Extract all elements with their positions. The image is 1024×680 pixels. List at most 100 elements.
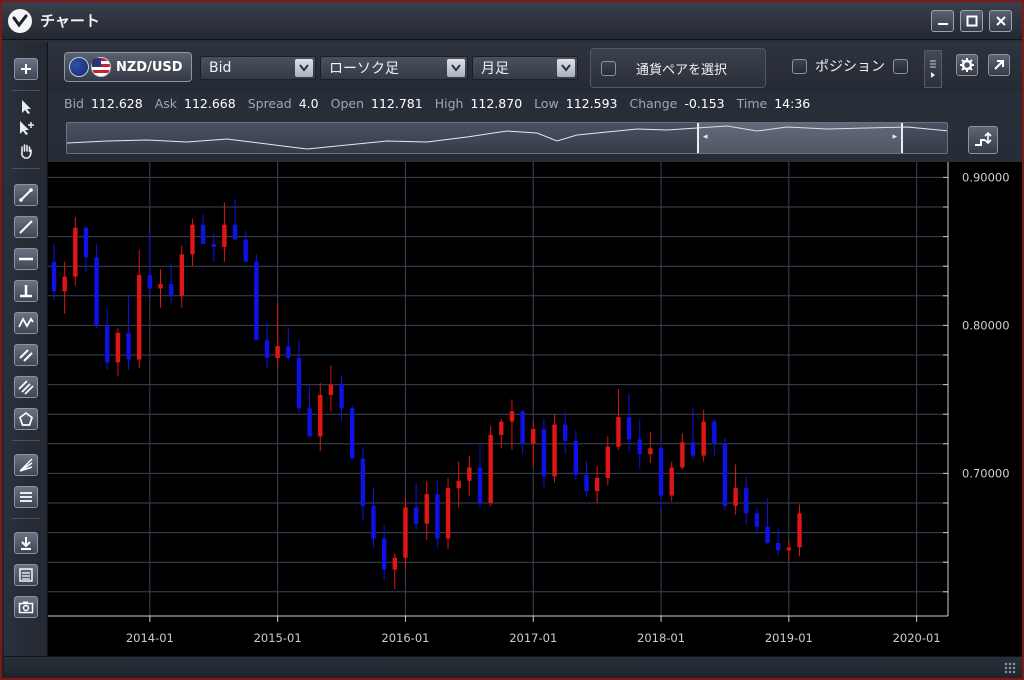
candle-up <box>701 421 706 456</box>
drawing-toolbar <box>4 42 48 656</box>
position-toggle[interactable]: ポジション <box>792 56 912 76</box>
candle-down <box>626 417 632 440</box>
candle-down <box>168 283 174 296</box>
chart-type-value: ローソク足 <box>329 61 399 77</box>
vertical-line-tool[interactable] <box>14 280 38 302</box>
currency-pair-button[interactable]: NZD/USD <box>64 52 192 82</box>
pentagon-icon <box>18 411 34 426</box>
position-label: ポジション <box>815 59 885 75</box>
x-tick-label: 2020-01 <box>893 631 941 645</box>
fibonacci-tool[interactable] <box>14 454 38 476</box>
candle-down <box>243 239 248 262</box>
low-value: 112.593 <box>565 95 618 111</box>
chevron-down-icon <box>447 59 465 77</box>
line-tool[interactable] <box>14 216 38 238</box>
navigator-range-selector[interactable]: ◂ ▸ <box>697 123 903 153</box>
parallel-tool[interactable] <box>14 376 38 398</box>
x-tick-label: 2015-01 <box>254 631 302 645</box>
horizontal-line-tool[interactable] <box>14 248 38 270</box>
chart-navigator[interactable]: ◂ ▸ <box>66 122 948 154</box>
download-icon <box>21 537 31 550</box>
list-button[interactable] <box>14 564 38 586</box>
select-pair-button[interactable]: 通貨ペアを選択 <box>590 48 766 88</box>
nzd-flag-icon <box>69 57 89 77</box>
candle-up <box>733 488 738 506</box>
cursor-tool[interactable] <box>14 96 38 118</box>
candle-down <box>658 448 664 496</box>
trend-line-tool[interactable] <box>14 184 38 206</box>
time-label: Time <box>736 95 768 111</box>
candle-down <box>126 332 131 360</box>
navigator-right-arrow-icon[interactable]: ▸ <box>892 132 897 142</box>
chart-toolbar: NZD/USD Bid ローソク足 月足 通貨ペアを選択 ポジション <box>48 42 1022 92</box>
bars-tool[interactable] <box>14 486 38 508</box>
currency-pair-label: NZD/USD <box>116 59 183 75</box>
download-button[interactable] <box>14 532 38 554</box>
bid-label: Bid <box>64 95 84 111</box>
candle-down <box>722 443 728 506</box>
ask-value: 112.668 <box>184 95 236 111</box>
list-icon <box>19 568 33 582</box>
chart-canvas[interactable]: 2014-01 2015-01 2016-01 2017-01 2018-01 2019-… <box>48 162 1022 656</box>
order-checkbox[interactable] <box>893 58 908 74</box>
position-checkbox[interactable] <box>792 58 807 74</box>
screenshot-button[interactable] <box>14 596 38 618</box>
timeframe-select[interactable]: 月足 <box>472 56 578 80</box>
candle-up <box>605 446 610 478</box>
crosshair-cursor-icon <box>20 121 34 135</box>
ask-label: Ask <box>154 95 177 111</box>
candle-up <box>467 467 472 481</box>
minimize-icon <box>937 23 948 25</box>
settings-button[interactable] <box>956 54 978 76</box>
usd-flag-icon <box>91 57 111 77</box>
candle-down <box>690 442 696 456</box>
candle-up <box>115 332 121 363</box>
hand-tool[interactable] <box>14 140 38 162</box>
pentagon-tool[interactable] <box>14 408 38 430</box>
candle-up <box>488 434 493 503</box>
candle-down <box>712 421 717 444</box>
minimize-button[interactable] <box>931 10 954 32</box>
price-type-select[interactable]: Bid <box>200 56 316 80</box>
status-bar <box>4 656 1022 678</box>
candle-down <box>200 224 206 244</box>
select-pair-label: 通貨ペアを選択 <box>636 62 728 78</box>
toolbar-scroll-button[interactable] <box>924 50 942 88</box>
select-pair-checkbox[interactable] <box>601 60 616 76</box>
window-controls <box>931 10 1012 32</box>
candle-down <box>286 346 291 358</box>
candle-down <box>477 467 483 503</box>
channel-tool[interactable] <box>14 344 38 366</box>
candle-down <box>413 507 419 524</box>
candle-down <box>211 244 216 247</box>
candle-down <box>339 384 344 409</box>
candle-up <box>73 227 78 277</box>
candle-up <box>190 224 195 255</box>
candle-up <box>158 283 163 289</box>
resize-grip-icon[interactable] <box>1004 662 1016 674</box>
spread-value: 4.0 <box>298 95 319 111</box>
autoscale-icon <box>975 131 992 146</box>
wave-tool[interactable] <box>14 312 38 334</box>
add-button[interactable] <box>14 58 38 80</box>
title-bar[interactable]: チャート <box>2 2 1022 40</box>
window-title: チャート <box>40 12 100 30</box>
candle-up <box>137 275 142 360</box>
x-tick-label: 2014-01 <box>126 631 174 645</box>
channel-icon <box>19 349 33 362</box>
toolbar-divider <box>12 440 40 441</box>
gear-icon <box>960 58 974 72</box>
candle-down <box>765 526 770 543</box>
maximize-button[interactable] <box>960 10 983 32</box>
popout-button[interactable] <box>988 54 1010 76</box>
candle-down <box>435 494 440 539</box>
candle-up <box>786 547 792 551</box>
navigator-left-arrow-icon[interactable]: ◂ <box>703 132 708 142</box>
crosshair-cursor-tool[interactable] <box>14 118 38 140</box>
candlestick-chart[interactable]: 2014-01 2015-01 2016-01 2017-01 2018-01 2019-… <box>48 162 1022 656</box>
chart-type-select[interactable]: ローソク足 <box>320 56 468 80</box>
close-button[interactable] <box>989 10 1012 32</box>
hand-icon <box>21 144 32 159</box>
autoscale-button[interactable] <box>968 126 998 154</box>
candle-down <box>520 411 525 444</box>
